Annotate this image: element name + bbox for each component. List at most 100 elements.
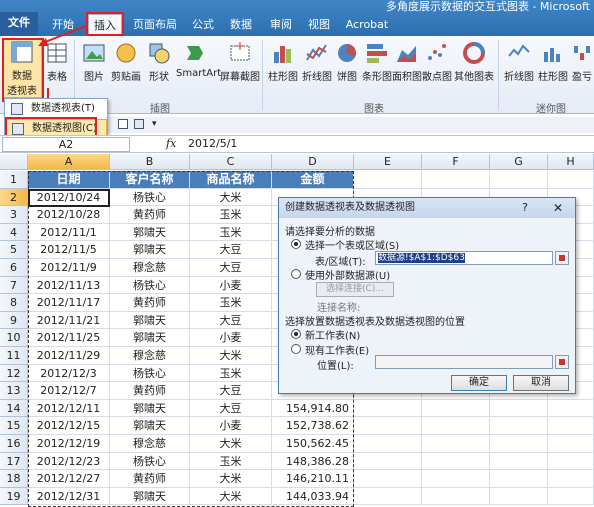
table-cell[interactable] — [354, 399, 422, 418]
table-cell[interactable]: 玉米 — [190, 206, 272, 224]
table-cell[interactable]: 杨铁心 — [110, 452, 190, 471]
table-cell[interactable]: 2012/12/15 — [28, 417, 110, 435]
table-cell[interactable]: 大豆 — [190, 259, 272, 277]
table-cell[interactable] — [490, 417, 548, 435]
table-cell[interactable]: 2012/12/19 — [28, 435, 110, 453]
row-header[interactable]: 11 — [0, 347, 28, 365]
table-cell[interactable]: 大豆 — [190, 241, 272, 259]
table-cell[interactable] — [548, 399, 594, 418]
ok-button[interactable]: 确定 — [451, 375, 507, 391]
table-cell[interactable]: 2012/11/17 — [28, 294, 110, 312]
table-cell[interactable] — [490, 470, 548, 488]
table-cell[interactable]: 小麦 — [190, 329, 272, 347]
table-cell[interactable]: 2012/12/7 — [28, 382, 110, 400]
table-cell[interactable]: 玉米 — [190, 452, 272, 471]
table-cell[interactable]: 144,033.94 — [272, 487, 354, 506]
table-cell[interactable] — [490, 435, 548, 453]
table-cell[interactable] — [422, 417, 490, 435]
table-cell[interactable] — [422, 399, 490, 418]
table-cell[interactable]: 2012/11/9 — [28, 259, 110, 277]
column-header-c[interactable]: C — [190, 154, 272, 170]
table-cell[interactable] — [490, 399, 548, 418]
table-cell[interactable]: 郭啸天 — [110, 311, 190, 330]
table-cell[interactable]: 大豆 — [190, 399, 272, 418]
table-cell[interactable]: 2012/11/21 — [28, 311, 110, 330]
row-header[interactable]: 19 — [0, 487, 28, 506]
column-header-b[interactable]: B — [110, 154, 190, 170]
table-cell[interactable] — [422, 171, 490, 189]
location-picker-button[interactable] — [555, 355, 569, 369]
location-input[interactable] — [375, 355, 553, 369]
column-header-h[interactable]: H — [548, 154, 594, 170]
table-cell[interactable]: 郭啸天 — [110, 399, 190, 418]
range-input[interactable]: 数据源!$A$1:$D$63 — [375, 251, 553, 265]
column-header-a[interactable]: A — [28, 154, 110, 170]
column-header-f[interactable]: F — [422, 154, 490, 170]
table-cell[interactable]: 黄药师 — [110, 470, 190, 488]
table-cell[interactable] — [548, 487, 594, 506]
table-cell[interactable] — [422, 435, 490, 453]
table-cell[interactable] — [548, 435, 594, 453]
row-header[interactable]: 13 — [0, 382, 28, 400]
row-header[interactable]: 8 — [0, 294, 28, 312]
close-button[interactable]: ✕ — [545, 200, 571, 216]
table-cell[interactable]: 玉米 — [190, 223, 272, 242]
row-header[interactable]: 4 — [0, 223, 28, 242]
column-header-g[interactable]: G — [490, 154, 548, 170]
table-cell[interactable]: 2012/12/3 — [28, 364, 110, 383]
table-cell[interactable]: 150,562.45 — [272, 435, 354, 453]
table-cell[interactable]: 2012/10/28 — [28, 206, 110, 224]
table-cell[interactable]: 152,738.62 — [272, 417, 354, 435]
table-header-cell[interactable]: 客户名称 — [110, 171, 190, 189]
table-cell[interactable]: 大米 — [190, 347, 272, 365]
table-cell[interactable]: 郭啸天 — [110, 417, 190, 435]
radio-external[interactable] — [291, 269, 301, 279]
table-cell[interactable]: 黄药师 — [110, 382, 190, 400]
table-cell[interactable] — [354, 171, 422, 189]
table-cell[interactable] — [490, 171, 548, 189]
table-cell[interactable]: 玉米 — [190, 294, 272, 312]
table-cell[interactable]: 郭啸天 — [110, 329, 190, 347]
row-header[interactable]: 10 — [0, 329, 28, 347]
table-cell[interactable]: 郭啸天 — [110, 241, 190, 259]
table-cell[interactable]: 大米 — [190, 188, 272, 207]
table-cell[interactable] — [422, 452, 490, 471]
table-cell[interactable] — [422, 470, 490, 488]
table-cell[interactable] — [354, 452, 422, 471]
radio-existing-sheet[interactable] — [291, 344, 301, 354]
menu-item-pivot-table[interactable]: 数据透视表(T) — [5, 100, 107, 118]
table-cell[interactable]: 大豆 — [190, 311, 272, 330]
table-cell[interactable]: 小麦 — [190, 276, 272, 295]
table-cell[interactable]: 大豆 — [190, 382, 272, 400]
row-header[interactable]: 1 — [0, 171, 28, 189]
table-cell[interactable]: 大米 — [190, 470, 272, 488]
row-header[interactable]: 15 — [0, 417, 28, 435]
row-header[interactable]: 6 — [0, 259, 28, 277]
table-cell[interactable]: 2012/10/24 — [28, 188, 110, 207]
table-cell[interactable]: 2012/11/13 — [28, 276, 110, 295]
table-cell[interactable]: 大米 — [190, 435, 272, 453]
table-cell[interactable]: 2012/12/11 — [28, 399, 110, 418]
customize-icon[interactable]: ▾ — [152, 119, 157, 129]
table-cell[interactable] — [548, 171, 594, 189]
table-cell[interactable]: 玉米 — [190, 364, 272, 383]
table-cell[interactable]: 2012/11/25 — [28, 329, 110, 347]
table-cell[interactable]: 黄药师 — [110, 294, 190, 312]
table-cell[interactable]: 146,210.11 — [272, 470, 354, 488]
table-cell[interactable] — [490, 452, 548, 471]
name-box[interactable]: A2 — [2, 137, 130, 152]
radio-select-range[interactable] — [291, 239, 301, 249]
choose-connection-button[interactable]: 选择连接(C)... — [316, 282, 394, 297]
save-icon[interactable] — [134, 119, 144, 129]
table-cell[interactable]: 154,914.80 — [272, 399, 354, 418]
table-cell[interactable]: 杨铁心 — [110, 188, 190, 207]
table-cell[interactable] — [354, 435, 422, 453]
table-cell[interactable]: 2012/11/5 — [28, 241, 110, 259]
table-header-cell[interactable]: 日期 — [28, 171, 110, 189]
row-header[interactable]: 14 — [0, 399, 28, 418]
table-header-cell[interactable]: 商品名称 — [190, 171, 272, 189]
table-cell[interactable] — [548, 470, 594, 488]
table-cell[interactable] — [354, 487, 422, 506]
table-cell[interactable]: 郭啸天 — [110, 223, 190, 242]
help-button[interactable]: ? — [515, 198, 535, 218]
